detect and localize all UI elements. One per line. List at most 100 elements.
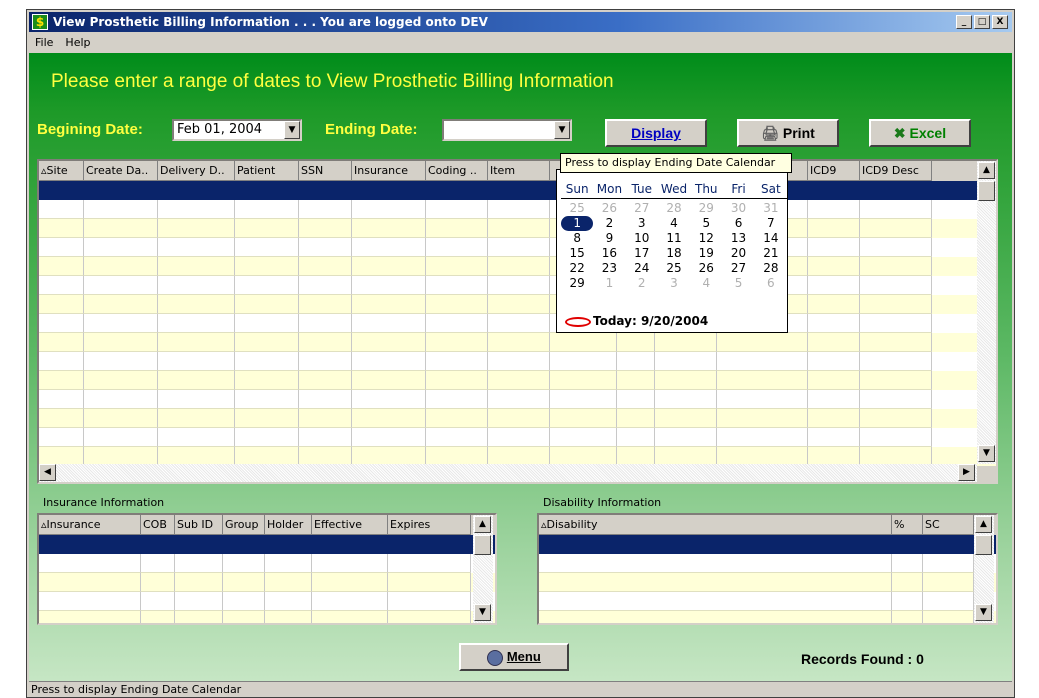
scroll-left-icon[interactable]: ◀ <box>39 464 56 481</box>
scroll-thumb[interactable] <box>978 181 995 201</box>
table-row[interactable] <box>39 276 996 295</box>
col-sc[interactable]: SC <box>923 515 974 535</box>
col-item[interactable]: Item <box>488 161 550 181</box>
calendar-date[interactable]: 25 <box>658 261 690 276</box>
calendar-date[interactable]: 5 <box>722 276 754 291</box>
table-row[interactable] <box>539 592 996 611</box>
calendar-date[interactable]: 26 <box>593 201 625 216</box>
table-row[interactable] <box>39 257 996 276</box>
table-row[interactable] <box>39 333 996 352</box>
grid-vertical-scrollbar[interactable]: ▲ ▼ <box>977 161 996 464</box>
table-row[interactable] <box>39 238 996 257</box>
calendar-date[interactable]: 11 <box>658 231 690 246</box>
table-row[interactable] <box>39 428 996 447</box>
calendar-date[interactable]: 19 <box>690 246 722 261</box>
calendar-date[interactable]: 20 <box>722 246 754 261</box>
insurance-scroll-up-icon[interactable]: ▲ <box>474 516 491 533</box>
calendar-date[interactable]: 4 <box>658 216 690 231</box>
insurance-scroll-thumb[interactable] <box>474 535 491 555</box>
calendar-date[interactable]: 15 <box>561 246 593 261</box>
col-insurance[interactable]: Insurance <box>352 161 426 181</box>
calendar-date[interactable]: 6 <box>722 216 754 231</box>
table-row[interactable] <box>39 390 996 409</box>
ending-date-calendar[interactable]: Sun Mon Tue Wed Thu Fri Sat 25 26 27 28 29 30 31 1 2 3 4… <box>556 169 788 333</box>
calendar-date[interactable]: 1 <box>593 276 625 291</box>
calendar-date[interactable]: 9 <box>593 231 625 246</box>
disability-scroll-thumb[interactable] <box>975 535 992 555</box>
billing-grid[interactable]: ▵Site Create Da.. Delivery D.. Patient S… <box>37 159 998 484</box>
title-bar[interactable]: $ View Prosthetic Billing Information . … <box>29 12 1012 32</box>
calendar-date[interactable]: 13 <box>722 231 754 246</box>
calendar-date[interactable]: 23 <box>593 261 625 276</box>
calendar-date[interactable]: 27 <box>722 261 754 276</box>
col-icd9-desc[interactable]: ICD9 Desc <box>860 161 932 181</box>
table-row[interactable] <box>39 352 996 371</box>
selected-row[interactable] <box>539 535 996 554</box>
calendar-date[interactable]: 3 <box>626 216 658 231</box>
calendar-today[interactable]: Today: 9/20/2004 <box>565 314 708 328</box>
calendar-date[interactable]: 6 <box>755 276 787 291</box>
calendar-date[interactable]: 30 <box>722 201 754 216</box>
disability-grid[interactable]: ▵Disability % SC ▲ ▼ <box>537 513 998 625</box>
selected-row[interactable] <box>39 535 495 554</box>
grid-horizontal-scrollbar[interactable]: ◀ ▶ <box>39 464 977 482</box>
calendar-date[interactable]: 31 <box>755 201 787 216</box>
col-holder[interactable]: Holder <box>265 515 312 535</box>
calendar-date[interactable]: 10 <box>626 231 658 246</box>
excel-button[interactable]: ✖ Excel <box>869 119 971 147</box>
calendar-date[interactable]: 28 <box>658 201 690 216</box>
col-group[interactable]: Group <box>223 515 265 535</box>
table-row[interactable] <box>39 219 996 238</box>
col-disability[interactable]: ▵Disability <box>539 515 892 535</box>
table-row[interactable] <box>39 371 996 390</box>
col-delivery-date[interactable]: Delivery D.. <box>158 161 235 181</box>
table-row[interactable] <box>39 611 495 623</box>
col-effective[interactable]: Effective <box>312 515 388 535</box>
col-cob[interactable]: COB <box>141 515 175 535</box>
print-button[interactable]: 🖨 Print <box>737 119 839 147</box>
col-create-date[interactable]: Create Da.. <box>84 161 158 181</box>
calendar-date[interactable]: 17 <box>626 246 658 261</box>
minimize-button[interactable]: _ <box>956 15 972 29</box>
scroll-up-icon[interactable]: ▲ <box>978 162 995 179</box>
calendar-date[interactable]: 29 <box>690 201 722 216</box>
disability-scroll-down-icon[interactable]: ▼ <box>975 604 992 621</box>
insurance-grid[interactable]: ▵Insurance COB Sub ID Group Holder Effec… <box>37 513 497 625</box>
display-button[interactable]: Display <box>605 119 707 147</box>
col-sub-id[interactable]: Sub ID <box>175 515 223 535</box>
maximize-button[interactable]: □ <box>974 15 990 29</box>
scroll-right-icon[interactable]: ▶ <box>958 464 975 481</box>
col-ssn[interactable]: SSN <box>299 161 352 181</box>
table-row[interactable] <box>39 573 495 592</box>
disability-scroll-up-icon[interactable]: ▲ <box>975 516 992 533</box>
calendar-date[interactable]: 7 <box>755 216 787 231</box>
table-row[interactable] <box>39 200 996 219</box>
end-date-dropdown-icon[interactable]: ▼ <box>554 121 570 139</box>
calendar-date[interactable]: 29 <box>561 276 593 291</box>
calendar-date[interactable]: 16 <box>593 246 625 261</box>
col-insurance-name[interactable]: ▵Insurance <box>39 515 141 535</box>
calendar-date[interactable]: 12 <box>690 231 722 246</box>
calendar-date[interactable]: 4 <box>690 276 722 291</box>
insurance-scrollbar[interactable]: ▲ ▼ <box>473 515 493 623</box>
selected-row[interactable] <box>39 181 996 200</box>
table-row[interactable] <box>39 409 996 428</box>
calendar-date[interactable]: 3 <box>658 276 690 291</box>
scroll-down-icon[interactable]: ▼ <box>978 445 995 462</box>
calendar-date[interactable]: 27 <box>626 201 658 216</box>
col-percent[interactable]: % <box>892 515 923 535</box>
calendar-date[interactable]: 28 <box>755 261 787 276</box>
begin-date-combo[interactable]: Feb 01, 2004 ▼ <box>172 119 302 141</box>
menu-button[interactable]: Menu <box>459 643 569 671</box>
end-date-combo[interactable]: ▼ <box>442 119 572 141</box>
calendar-date[interactable]: 14 <box>755 231 787 246</box>
col-icd9[interactable]: ICD9 <box>808 161 860 181</box>
table-row[interactable] <box>39 554 495 573</box>
menu-help[interactable]: Help <box>65 33 90 52</box>
calendar-date[interactable]: 1 <box>561 216 594 231</box>
calendar-date[interactable]: 18 <box>658 246 690 261</box>
calendar-date[interactable]: 8 <box>561 231 593 246</box>
col-site[interactable]: ▵Site <box>39 161 84 181</box>
col-expires[interactable]: Expires <box>388 515 471 535</box>
table-row[interactable] <box>539 554 996 573</box>
